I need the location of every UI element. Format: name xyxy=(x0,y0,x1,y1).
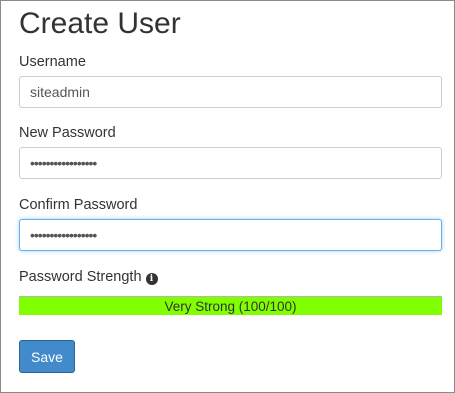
confirm-password-label: Confirm Password xyxy=(19,197,138,213)
password-strength-label: Password Strength i xyxy=(19,268,158,286)
password-strength-text: Very Strong (100/100) xyxy=(164,299,297,314)
username-label: Username xyxy=(19,54,86,70)
page-title: Create User xyxy=(19,7,181,40)
create-user-panel: Create User Username New Password Confir… xyxy=(0,0,455,393)
password-strength-label-text: Password Strength xyxy=(19,269,142,285)
info-circle-icon[interactable]: i xyxy=(145,273,158,285)
password-strength-meter: Very Strong (100/100) xyxy=(19,296,442,315)
username-input[interactable] xyxy=(19,76,442,108)
save-button[interactable]: Save xyxy=(19,340,75,373)
new-password-label: New Password xyxy=(19,125,116,141)
new-password-input[interactable] xyxy=(19,147,442,179)
confirm-password-input[interactable] xyxy=(19,219,442,251)
